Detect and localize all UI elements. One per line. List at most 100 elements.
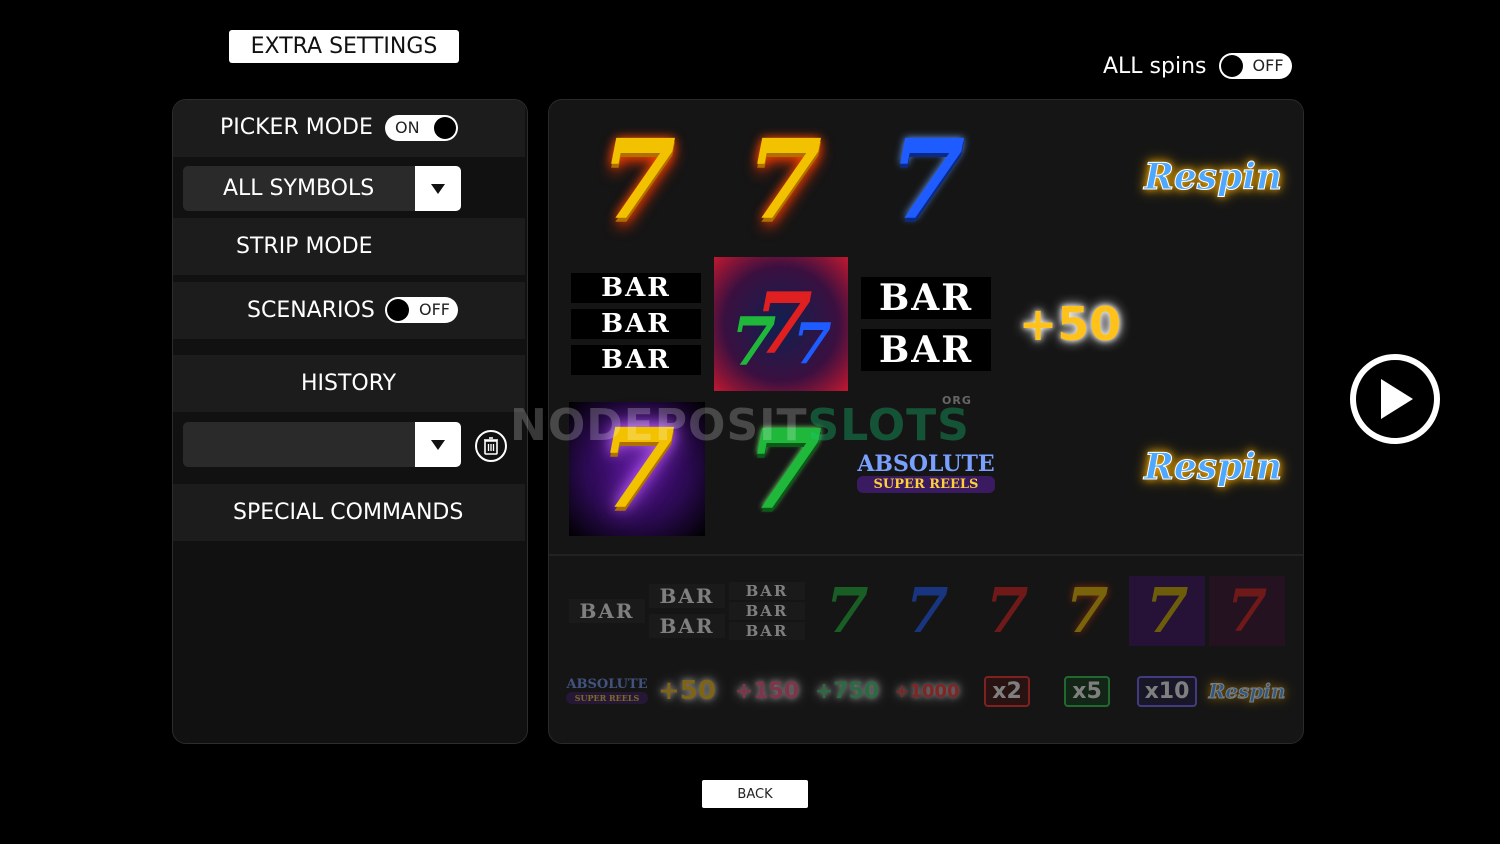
play-button[interactable]	[1350, 354, 1440, 444]
palette-fire-seven[interactable]: 7	[1049, 576, 1125, 646]
seven-glyph: 7	[888, 115, 966, 244]
reel-symbol-respin[interactable]: Respin	[1143, 410, 1283, 524]
palette-multiplier-x2[interactable]: x2	[969, 656, 1045, 726]
history-dropdown[interactable]	[183, 422, 461, 467]
palette-single-bar[interactable]: BAR	[569, 576, 645, 646]
seven-glyph: 7	[905, 574, 949, 647]
special-commands-row[interactable]: SPECIAL COMMANDS	[173, 484, 525, 541]
history-row[interactable]: HISTORY	[173, 355, 525, 412]
play-icon	[1381, 379, 1413, 419]
history-label: HISTORY	[301, 371, 397, 396]
bar-label: BAR	[649, 614, 725, 638]
logo-subtitle: SUPER REELS	[566, 691, 648, 705]
picker-mode-row: PICKER MODE ON	[173, 100, 525, 157]
respin-text: Respin	[1143, 156, 1283, 199]
bar-label: BAR	[649, 584, 725, 608]
strip-mode-label: STRIP MODE	[236, 234, 373, 259]
seven-glyph: 7	[985, 574, 1029, 647]
palette-green-seven[interactable]: 7	[809, 576, 885, 646]
toggle-knob	[387, 299, 409, 321]
picker-mode-label: PICKER MODE	[220, 115, 373, 140]
chevron-down-icon[interactable]	[415, 422, 461, 467]
palette-double-bar[interactable]: BAR BAR	[649, 576, 725, 646]
history-select-row	[173, 413, 525, 483]
seven-glyph: 7	[1145, 574, 1189, 647]
reel-symbol-bonus-50[interactable]: +50	[1001, 270, 1139, 378]
settings-panel: PICKER MODE ON ALL SYMBOLS STRIP MODE SC…	[172, 99, 528, 744]
logo-title: ABSOLUTE	[566, 676, 648, 692]
reel-symbol-respin[interactable]: Respin	[1143, 120, 1283, 234]
chevron-down-icon[interactable]	[415, 166, 461, 211]
absolute-logo: ABSOLUTE SUPER REELS	[857, 450, 995, 494]
seven-glyph: 7	[1226, 577, 1268, 645]
palette-red-seven[interactable]: 7	[969, 576, 1045, 646]
palette-purple-seven[interactable]: 7	[1129, 576, 1205, 646]
toggle-knob	[1220, 55, 1243, 77]
reel-symbol-seven[interactable]: 7	[862, 124, 992, 236]
strip-mode-row[interactable]: STRIP MODE	[173, 218, 525, 275]
reel-symbol-double-bar[interactable]: BAR BAR	[861, 272, 991, 376]
bar-label: BAR	[861, 329, 991, 371]
bar-label: BAR	[571, 345, 701, 375]
palette-blue-seven[interactable]: 7	[889, 576, 965, 646]
palette-bonus-150[interactable]: +150	[729, 656, 805, 726]
bonus-value: +150	[734, 678, 800, 704]
reel-symbol-triple-bar[interactable]: BAR BAR BAR	[571, 270, 701, 378]
scenarios-label: SCENARIOS	[247, 298, 375, 323]
multiplier-value: x5	[1064, 675, 1110, 707]
all-spins-control[interactable]: ALL spins OFF	[1103, 53, 1292, 79]
watermark-part2: SLOTS	[807, 400, 970, 451]
panel-divider	[549, 554, 1303, 556]
toggle-state: ON	[395, 118, 420, 137]
seven-glyph: 7	[599, 115, 677, 244]
extra-settings-title: EXTRA SETTINGS	[229, 30, 459, 63]
logo-subtitle: SUPER REELS	[857, 475, 995, 494]
seven-glyph: 7	[825, 574, 869, 647]
bar-label: BAR	[569, 599, 645, 623]
trash-icon[interactable]	[475, 430, 507, 462]
bonus-value: +50	[658, 676, 716, 706]
watermark: NODEPOSITSLOTS ORG	[510, 394, 971, 451]
bar-label: BAR	[571, 273, 701, 303]
toggle-knob	[434, 117, 456, 139]
palette-absolute-logo[interactable]: ABSOLUTE SUPER REELS	[566, 656, 648, 726]
scenarios-toggle[interactable]: OFF	[385, 297, 458, 323]
palette-respin[interactable]: Respin	[1208, 656, 1286, 726]
back-button[interactable]: BACK	[702, 780, 808, 808]
symbol-filter-dropdown[interactable]: ALL SYMBOLS	[183, 166, 461, 211]
bar-label: BAR	[571, 309, 701, 339]
logo-title: ABSOLUTE	[857, 450, 995, 477]
bonus-value: +1000	[894, 680, 960, 702]
special-commands-label: SPECIAL COMMANDS	[233, 500, 464, 525]
picker-mode-toggle[interactable]: ON	[385, 115, 458, 141]
reel-symbol-triple-seven[interactable]: 7 7 7	[714, 257, 848, 391]
palette-bonus-50[interactable]: +50	[649, 656, 725, 726]
watermark-suffix: ORG	[942, 394, 972, 407]
palette-multiplier-x5[interactable]: x5	[1049, 656, 1125, 726]
reel-symbol-seven[interactable]: 7	[719, 124, 849, 236]
bonus-value: +50	[1018, 297, 1122, 351]
palette-triple-seven[interactable]: 7	[1209, 576, 1285, 646]
all-spins-label: ALL spins	[1103, 53, 1207, 79]
multiplier-value: x2	[984, 675, 1030, 707]
absolute-logo: ABSOLUTE SUPER REELS	[566, 676, 648, 705]
seven-glyph: 7	[792, 311, 832, 377]
palette-bonus-750[interactable]: +750	[809, 656, 885, 726]
symbol-filter-value: ALL SYMBOLS	[223, 176, 375, 201]
bonus-value: +750	[814, 678, 880, 704]
multiplier-value: x10	[1136, 675, 1198, 707]
seven-glyph: 7	[745, 115, 823, 244]
scenarios-row: SCENARIOS OFF	[173, 282, 525, 339]
seven-glyph: 7	[1065, 574, 1109, 647]
watermark-part1: NODEPOSIT	[510, 400, 808, 451]
bar-label: BAR	[861, 277, 991, 319]
symbol-filter-row: ALL SYMBOLS	[173, 158, 525, 216]
all-spins-toggle[interactable]: OFF	[1218, 53, 1292, 79]
palette-bonus-1000[interactable]: +1000	[889, 656, 965, 726]
palette-multiplier-x10[interactable]: x10	[1129, 656, 1205, 726]
bar-label: BAR	[729, 622, 805, 640]
bar-label: BAR	[729, 602, 805, 620]
respin-text: Respin	[1208, 679, 1286, 704]
reel-symbol-seven[interactable]: 7	[573, 124, 703, 236]
palette-triple-bar[interactable]: BAR BAR BAR	[729, 576, 805, 646]
